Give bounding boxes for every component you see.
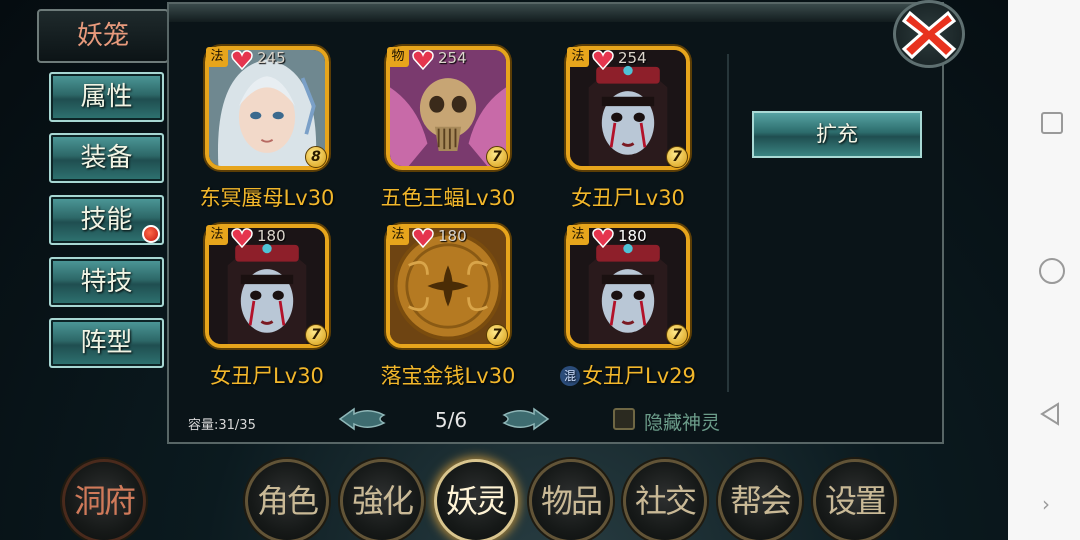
spirit-name: 女丑尸Lv30 (571, 186, 685, 210)
back-icon[interactable] (1038, 402, 1062, 426)
heart-icon (412, 50, 434, 70)
capacity-label: 容量:31/35 (188, 418, 256, 433)
hp-value: 180 (257, 227, 286, 245)
sidebar-item-formation[interactable]: 阵型 (49, 318, 164, 368)
spirit-name-text: 女丑尸Lv29 (582, 364, 696, 388)
hp-value: 180 (618, 227, 647, 245)
type-badge: 法 (567, 225, 589, 245)
heart-icon (412, 228, 434, 248)
next-page-arrow-icon[interactable] (500, 405, 550, 433)
spirit-name: 东冥蜃母Lv30 (199, 186, 335, 210)
spirit-name: 混女丑尸Lv29 (538, 360, 718, 390)
panel-divider (727, 54, 729, 392)
dock-button-enhance[interactable]: 強化 (340, 459, 424, 540)
sidebar-item-equipment[interactable]: 装备 (49, 133, 164, 183)
heart-icon (592, 228, 614, 248)
spirit-card[interactable]: 法 180 7 (205, 224, 329, 348)
hide-spirits-label: 隐藏神灵 (644, 412, 721, 434)
close-icon (901, 10, 957, 60)
chevron-right-icon[interactable]: › (1042, 492, 1066, 516)
expand-button[interactable]: 扩充 (752, 111, 922, 158)
dock-button-settings[interactable]: 设置 (813, 459, 897, 540)
star-level-badge: 7 (305, 324, 327, 346)
sidebar-item-special[interactable]: 特技 (49, 257, 164, 307)
dock-button-spirit[interactable]: 妖灵 (434, 459, 518, 540)
dock-button-social[interactable]: 社交 (623, 459, 707, 540)
mixed-type-badge: 混 (560, 366, 581, 386)
spirit-name: 落宝金钱Lv30 (380, 364, 516, 388)
game-screen: { "left_panel": { "cage_tab": "妖笼", "men… (0, 0, 1080, 540)
hp-value: 254 (618, 49, 647, 67)
star-level-badge: 7 (486, 324, 508, 346)
type-badge: 物 (387, 47, 409, 67)
spirit-card[interactable]: 法 254 7 (566, 46, 690, 170)
hp-value: 254 (438, 49, 467, 67)
page-indicator: 5/6 (434, 408, 468, 432)
home-icon[interactable] (1039, 258, 1065, 284)
dock-button-items[interactable]: 物品 (529, 459, 613, 540)
star-level-badge: 7 (666, 324, 688, 346)
tab-spirit-cage[interactable]: 妖笼 (37, 9, 169, 63)
panel-header-bar (169, 4, 942, 22)
spirit-name: 女丑尸Lv30 (210, 364, 324, 388)
hp-value: 180 (438, 227, 467, 245)
spirit-name: 五色王蝠Lv30 (380, 186, 516, 210)
spirit-card[interactable]: 物 254 7 (386, 46, 510, 170)
dock-button-guild[interactable]: 帮会 (718, 459, 802, 540)
type-badge: 法 (387, 225, 409, 245)
notification-dot-icon (142, 225, 160, 243)
star-level-badge: 7 (486, 146, 508, 168)
spirit-card[interactable]: 法 180 7 (566, 224, 690, 348)
close-button[interactable] (893, 0, 965, 68)
spirit-card[interactable]: 法 180 7 (386, 224, 510, 348)
dock-button-cave[interactable]: 洞府 (62, 459, 146, 540)
spirit-card[interactable]: 法 245 8 (205, 46, 329, 170)
star-level-badge: 7 (666, 146, 688, 168)
type-badge: 法 (567, 47, 589, 67)
hide-spirits-checkbox[interactable] (613, 408, 635, 430)
dock-button-character[interactable]: 角色 (245, 459, 329, 540)
heart-icon (231, 50, 253, 70)
previous-page-arrow-icon[interactable] (338, 405, 388, 433)
recent-apps-icon[interactable] (1041, 112, 1063, 134)
type-badge: 法 (206, 47, 228, 67)
star-level-badge: 8 (305, 146, 327, 168)
heart-icon (231, 228, 253, 248)
hp-value: 245 (257, 49, 286, 67)
system-navigation-bar: › (1008, 0, 1080, 540)
type-badge: 法 (206, 225, 228, 245)
sidebar-item-attributes[interactable]: 属性 (49, 72, 164, 122)
heart-icon (592, 50, 614, 70)
